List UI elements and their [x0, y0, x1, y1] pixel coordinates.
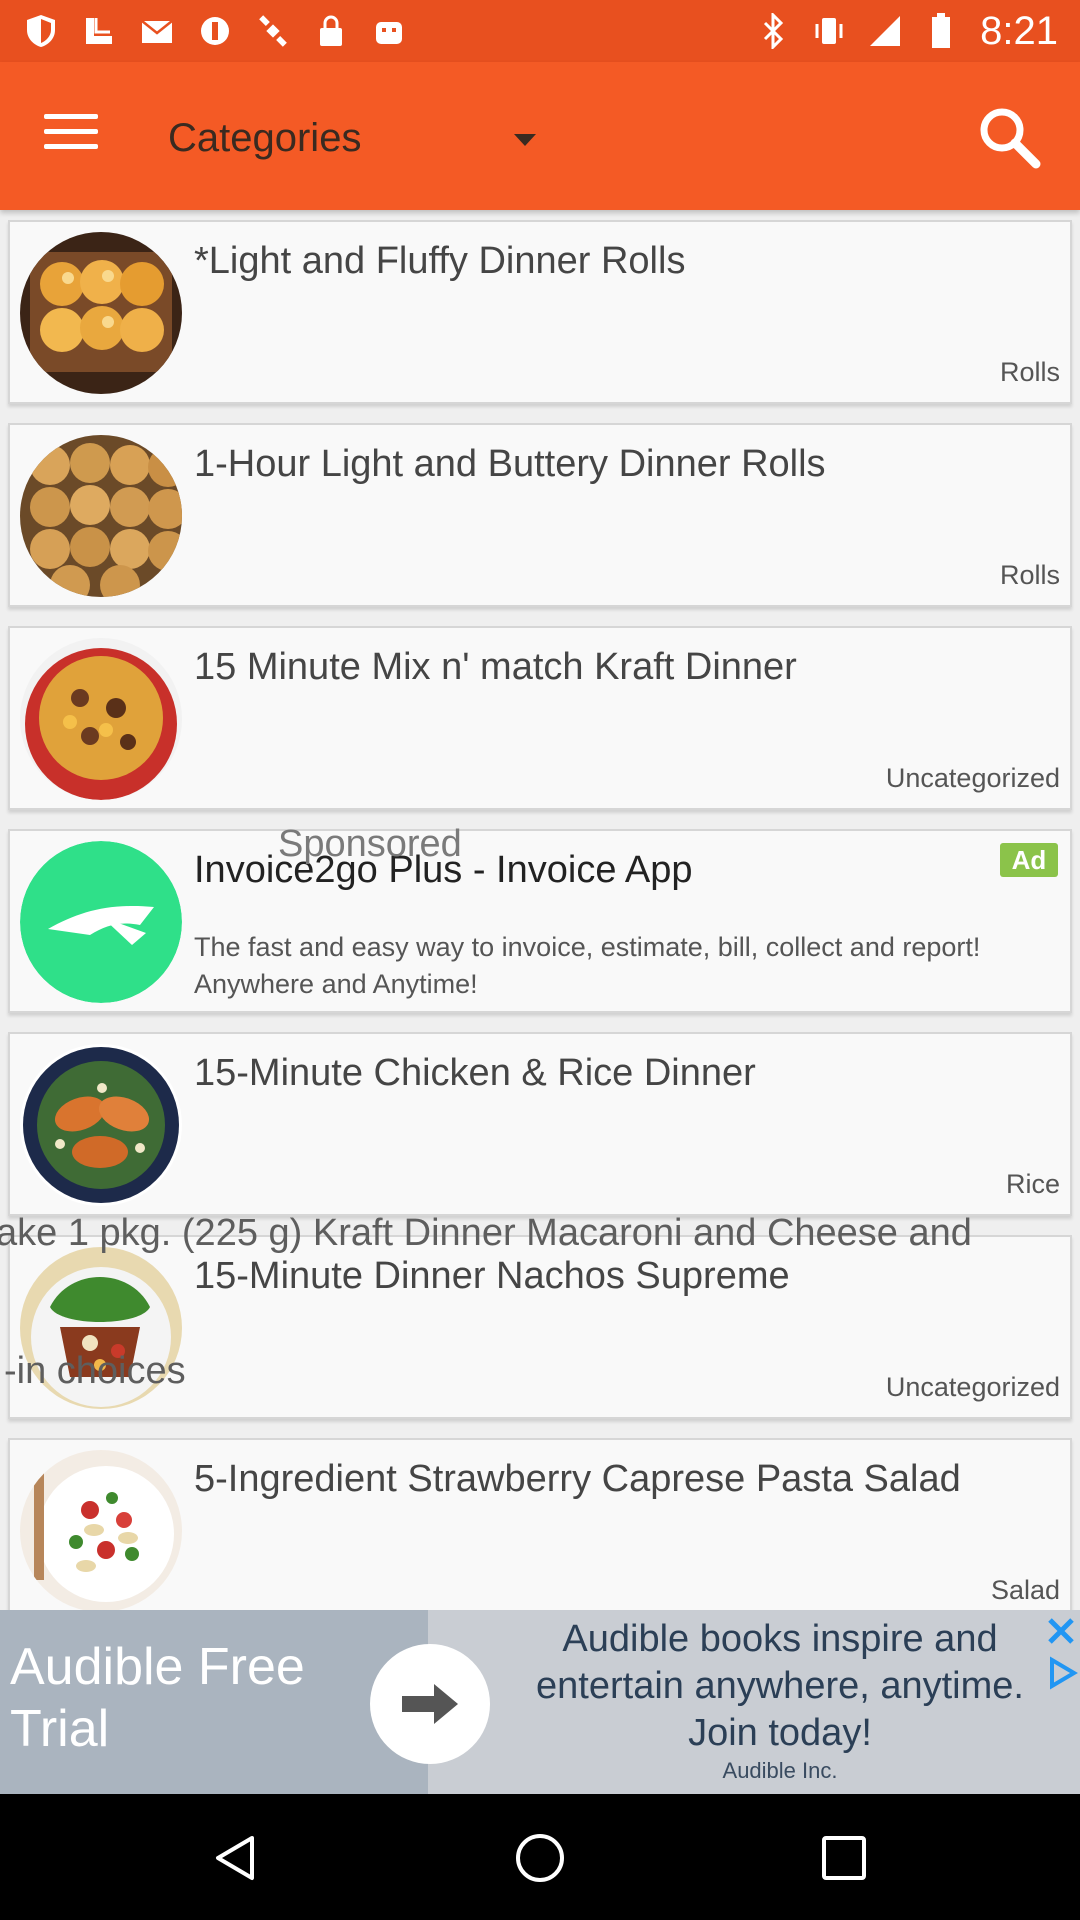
clock: 8:21: [980, 8, 1058, 53]
overlay-choices-text: -in choices: [4, 1350, 186, 1392]
recipe-card[interactable]: 15-Minute Chicken & Rice Dinner Rice: [8, 1032, 1072, 1216]
notification-icons: [24, 10, 406, 52]
recipe-category: Rice: [1005, 1169, 1060, 1199]
recipe-category: Salad: [990, 1575, 1060, 1605]
category-dropdown[interactable]: Categories: [168, 110, 548, 166]
recipe-category: Rolls: [999, 560, 1060, 590]
overlay-description-text: ake 1 pkg. (225 g) Kraft Dinner Macaroni…: [0, 1212, 972, 1254]
sponsored-card[interactable]: Invoice2go Plus - Invoice App Sponsored …: [8, 823, 1072, 1013]
banner-company: Audible Inc.: [722, 1758, 838, 1783]
signal-icon: [868, 14, 902, 48]
home-icon[interactable]: [514, 1832, 566, 1884]
invoice2go-icon: [20, 841, 182, 1003]
recipe-title: 15-Minute Dinner Nachos Supreme: [194, 1255, 790, 1297]
vibrate-icon: [812, 14, 846, 48]
recipe-card[interactable]: 5-Ingredient Strawberry Caprese Pasta Sa…: [8, 1438, 1072, 1622]
status-bar: 8:21: [0, 0, 1080, 62]
close-icon[interactable]: [1044, 1614, 1078, 1648]
buttery-rolls-thumb: [20, 435, 182, 597]
download-icon: [82, 14, 116, 48]
navigation-bar: [0, 1794, 1080, 1920]
ad-badge: Ad: [1000, 843, 1058, 877]
recents-icon[interactable]: [818, 1832, 870, 1884]
recipe-category: Uncategorized: [885, 1372, 1060, 1402]
battery-icon: [924, 13, 958, 48]
lock-icon: [314, 14, 348, 48]
sponsored-label: Sponsored: [278, 823, 462, 865]
audible-banner-ad[interactable]: Audible Free Trial Audible books inspire…: [0, 1610, 1080, 1794]
recipe-card[interactable]: *Light and Fluffy Dinner Rolls Rolls: [8, 220, 1072, 404]
recipe-title: 15 Minute Mix n' match Kraft Dinner: [194, 646, 797, 688]
recipe-title: 5-Ingredient Strawberry Caprese Pasta Sa…: [194, 1458, 961, 1500]
system-status: 8:21: [756, 8, 1058, 54]
menu-icon[interactable]: [44, 114, 98, 158]
arrow-right-icon[interactable]: [370, 1644, 490, 1764]
ad-description: The fast and easy way to invoice, estima…: [194, 932, 981, 999]
category-dropdown-label: Categories: [168, 115, 362, 160]
adchoices-icon[interactable]: [1044, 1656, 1078, 1690]
android-icon: [372, 14, 406, 48]
shield-icon: [24, 14, 58, 48]
bluetooth-icon: [756, 13, 790, 49]
dinner-rolls-thumb: [20, 232, 182, 394]
kraft-dinner-thumb: [20, 638, 182, 800]
recipe-category: Uncategorized: [885, 763, 1060, 793]
dropdown-arrow-icon: [514, 134, 536, 146]
recipe-title: *Light and Fluffy Dinner Rolls: [194, 240, 686, 282]
app-bar: Categories: [0, 62, 1080, 210]
recipe-category: Rolls: [999, 357, 1060, 387]
recipe-card[interactable]: 15 Minute Mix n' match Kraft Dinner Unca…: [8, 626, 1072, 810]
mail-icon: [140, 14, 174, 48]
search-icon[interactable]: [974, 102, 1044, 172]
recipe-card[interactable]: 1-Hour Light and Buttery Dinner Rolls Ro…: [8, 423, 1072, 607]
banner-title: Audible Free Trial: [10, 1638, 305, 1758]
recipe-title: 1-Hour Light and Buttery Dinner Rolls: [194, 443, 826, 485]
back-icon[interactable]: [210, 1832, 262, 1884]
block-icon: [198, 14, 232, 48]
banner-text: Audible books inspire and entertain anyw…: [536, 1618, 1024, 1754]
satellite-icon: [256, 14, 290, 48]
recipe-title: 15-Minute Chicken & Rice Dinner: [194, 1052, 756, 1094]
pasta-salad-thumb: [20, 1450, 182, 1612]
chicken-rice-thumb: [20, 1044, 182, 1206]
